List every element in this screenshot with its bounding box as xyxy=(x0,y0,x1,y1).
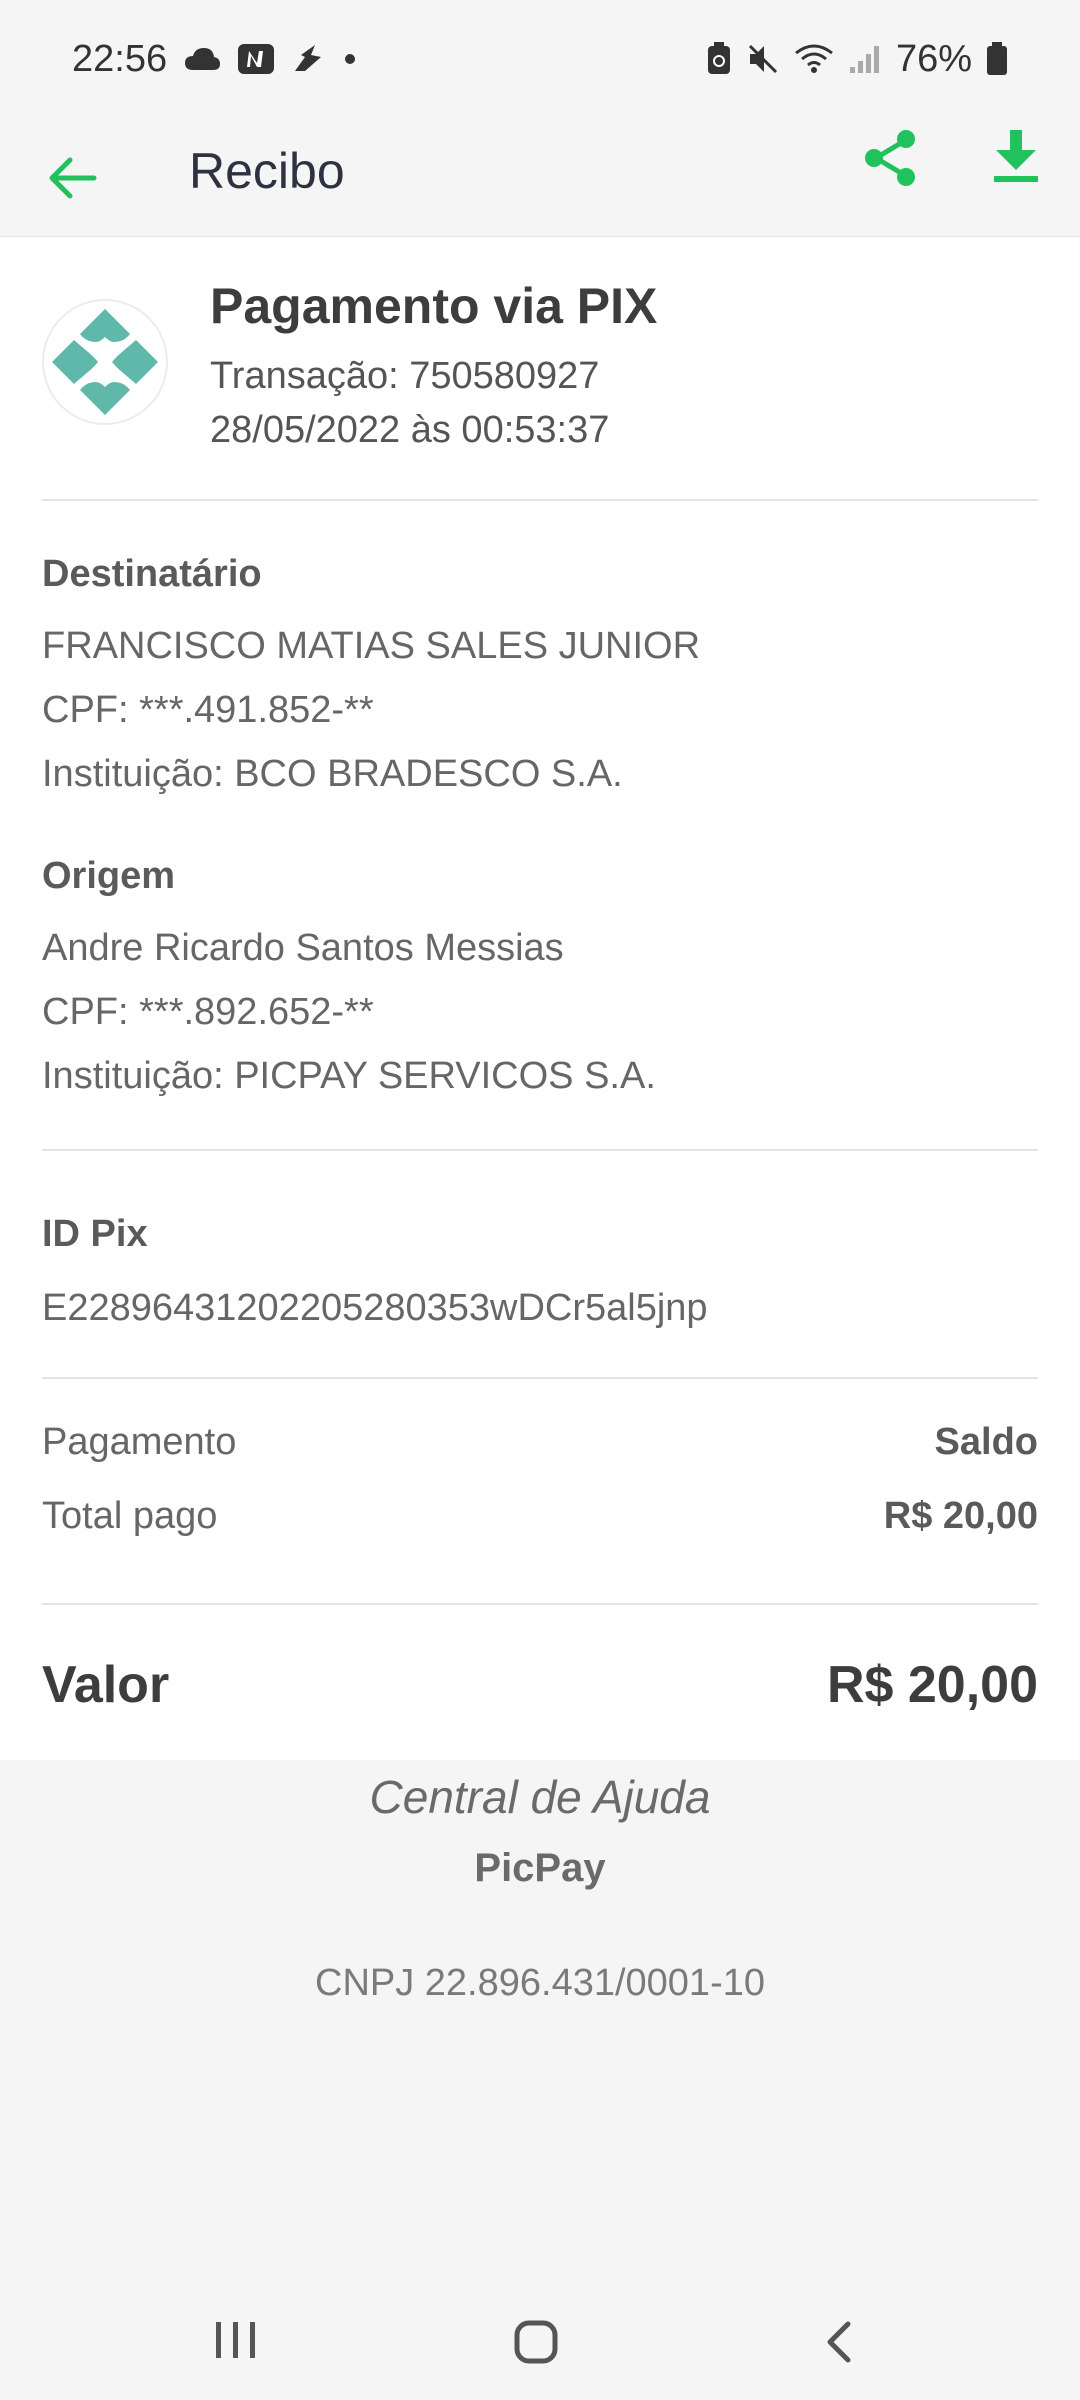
pix-icon xyxy=(52,309,158,415)
signal-icon xyxy=(849,46,879,73)
recent-apps-button[interactable] xyxy=(212,2318,260,2367)
payment-method-value: Saldo xyxy=(934,1421,1038,1463)
app-bar: Recibo xyxy=(0,118,1080,236)
recipient-institution: Instituição: BCO BRADESCO S.A. xyxy=(42,753,623,795)
total-paid-value: R$ 20,00 xyxy=(883,1495,1038,1537)
help-center-link[interactable]: Central de Ajuda xyxy=(0,1770,1080,1824)
divider xyxy=(42,499,1038,501)
picpay-logo: PicPay xyxy=(474,1846,606,1890)
system-nav-bar xyxy=(0,2290,1080,2400)
valor-label: Valor xyxy=(42,1656,170,1714)
company-cnpj: CNPJ 22.896.431/0001-10 xyxy=(315,1962,765,2004)
valor-value: R$ 20,00 xyxy=(826,1656,1038,1714)
origin-label: Origem xyxy=(42,855,176,897)
transaction-id: Transação: 750580927 xyxy=(210,355,600,397)
download-button[interactable] xyxy=(990,128,1042,184)
origin-cpf: CPF: ***.892.652-** xyxy=(42,991,374,1033)
share-button[interactable] xyxy=(862,128,918,188)
download-icon xyxy=(994,130,1038,182)
divider xyxy=(42,1377,1038,1379)
origin-institution: Instituição: PICPAY SERVICOS S.A. xyxy=(42,1055,656,1097)
recipient-cpf: CPF: ***.491.852-** xyxy=(42,689,374,731)
nav-back-button[interactable] xyxy=(820,2318,860,2371)
status-right: 76% xyxy=(706,38,1008,81)
status-left: 22:56 xyxy=(72,38,357,81)
battery-icon xyxy=(987,42,1007,75)
home-icon xyxy=(514,2320,558,2364)
origin-name: Andre Ricardo Santos Messias xyxy=(42,927,564,969)
status-bar: 22:56 76% xyxy=(0,0,1080,118)
payment-method-label: Pagamento xyxy=(42,1421,237,1463)
divider xyxy=(42,1603,1038,1605)
battery-percent: 76% xyxy=(895,37,972,80)
divider xyxy=(42,1149,1038,1151)
transaction-title: Pagamento via PIX xyxy=(210,278,658,334)
recent-apps-icon xyxy=(216,2322,255,2358)
share-icon xyxy=(865,130,915,186)
more-notifications-dot-icon xyxy=(345,54,356,64)
pix-id-value: E22896431202205280353wDCr5al5jnp xyxy=(42,1287,708,1329)
page-title: Recibo xyxy=(189,143,345,199)
receipt-card: Pagamento via PIX Transação: 750580927 2… xyxy=(0,236,1080,1760)
nubank-icon xyxy=(238,44,275,74)
total-paid-label: Total pago xyxy=(42,1495,218,1537)
app-notification-icon xyxy=(295,45,322,71)
back-button[interactable] xyxy=(42,148,102,208)
wifi-icon xyxy=(795,44,833,73)
battery-saver-icon xyxy=(707,42,730,74)
recipient-label: Destinatário xyxy=(42,553,262,595)
status-time: 22:56 xyxy=(72,37,168,80)
mute-icon xyxy=(748,44,777,74)
pix-id-label: ID Pix xyxy=(42,1213,148,1255)
recipient-name: FRANCISCO MATIAS SALES JUNIOR xyxy=(42,625,701,667)
home-button[interactable] xyxy=(512,2318,560,2371)
transaction-datetime: 28/05/2022 às 00:53:37 xyxy=(210,409,610,451)
back-arrow-icon xyxy=(49,157,97,199)
chevron-left-icon xyxy=(827,2321,851,2363)
cloud-icon xyxy=(185,48,221,70)
pix-logo xyxy=(42,299,168,425)
